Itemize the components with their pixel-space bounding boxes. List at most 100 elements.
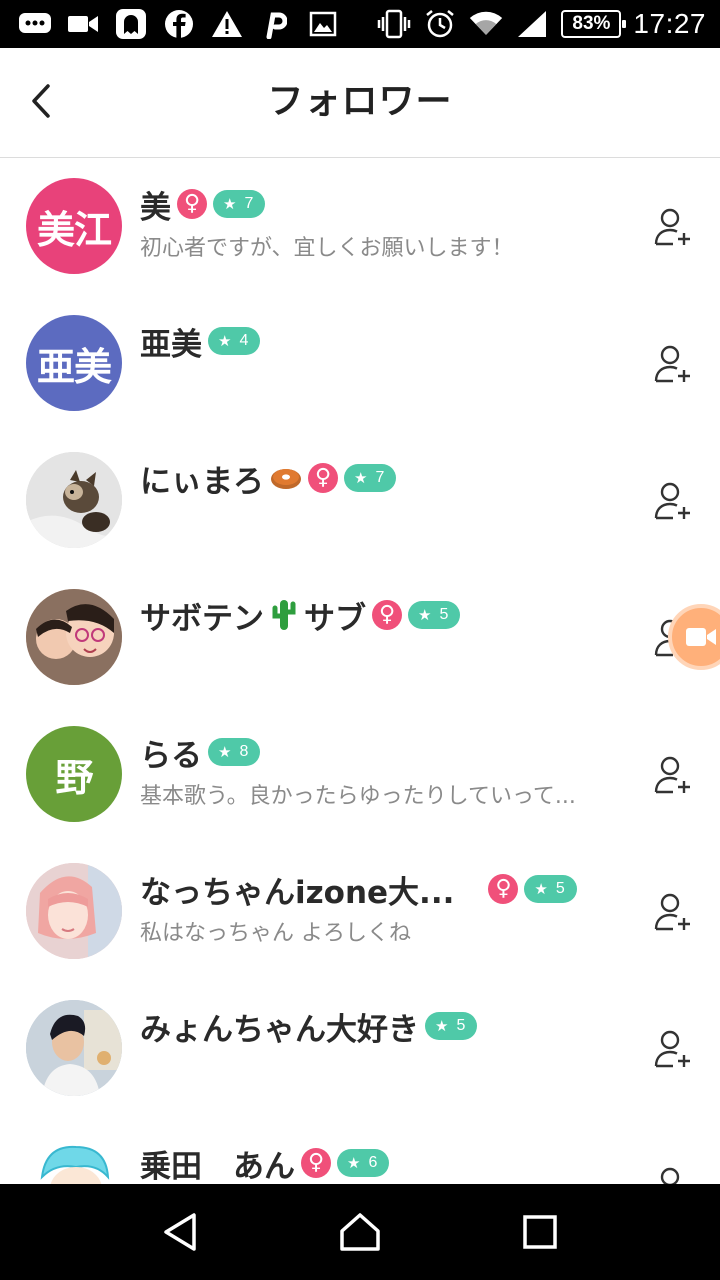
app-header: フォロワー <box>0 48 720 158</box>
level-value: 6 <box>368 1154 378 1171</box>
female-badge: ♀ <box>177 189 207 219</box>
avatar-photo[interactable] <box>26 452 122 548</box>
add-person-icon <box>654 345 690 383</box>
level-badge: ★ 8 <box>208 738 261 766</box>
add-person-icon <box>654 1030 690 1068</box>
nav-back-button[interactable] <box>150 1202 210 1262</box>
avatar[interactable]: 亜美 <box>26 315 122 411</box>
chevron-left-icon <box>32 84 50 118</box>
clock: 17:27 <box>633 8 706 39</box>
follower-bio: 初心者ですが、宜しくお願いします！ <box>140 236 514 261</box>
avatar-photo[interactable] <box>26 1137 122 1184</box>
level-badge: ★ 5 <box>524 875 577 903</box>
follower-name: 亜美 <box>140 326 202 363</box>
alarm-icon <box>423 7 457 41</box>
drawing-photo <box>26 1137 122 1184</box>
follower-row[interactable]: 乗田 あん ♀ ★ 6 <box>0 1117 720 1184</box>
back-triangle-icon <box>164 1213 196 1251</box>
follower-row[interactable]: なっちゃんizone大... ♀ ★ 5 私はなっちゃん よろしくね <box>0 843 720 980</box>
star-icon: ★ <box>218 333 232 350</box>
status-icons-left <box>18 6 340 42</box>
add-person-icon <box>660 1167 680 1184</box>
follow-button[interactable] <box>652 891 694 933</box>
female-badge: ♀ <box>488 874 519 904</box>
star-icon: ★ <box>223 196 237 213</box>
follower-name: にぃまろ <box>140 463 264 500</box>
chat-bubble-icon <box>18 7 52 41</box>
back-button[interactable] <box>16 76 66 126</box>
follower-name: みょんちゃん大好き <box>140 1011 419 1048</box>
video-icon <box>66 7 100 41</box>
add-person-icon <box>654 208 690 246</box>
signal-icon <box>515 7 549 41</box>
battery-percent: 83% <box>572 13 611 34</box>
avatar-photo[interactable] <box>26 589 122 685</box>
follow-button[interactable] <box>652 754 694 796</box>
wifi-icon <box>469 7 503 41</box>
status-icons-right: 83% 17:27 <box>377 6 706 42</box>
follow-button[interactable] <box>652 480 694 522</box>
follow-button[interactable] <box>652 206 694 248</box>
level-value: 7 <box>244 195 254 212</box>
system-nav-bar <box>0 1184 720 1280</box>
level-value: 7 <box>375 469 385 486</box>
follow-button[interactable] <box>652 1028 694 1070</box>
portrait-photo <box>26 863 122 959</box>
star-icon: ★ <box>354 470 368 487</box>
level-value: 5 <box>439 606 449 623</box>
selfie-photo <box>26 589 122 685</box>
portrait-photo <box>26 1000 122 1096</box>
ghost-app-icon <box>114 7 148 41</box>
vibrate-icon <box>377 7 411 41</box>
follower-row[interactable]: にぃまろ ♀ ★ 7 <box>0 432 720 569</box>
home-icon <box>340 1213 380 1251</box>
level-badge: ★ 6 <box>337 1149 390 1177</box>
follower-bio: 私はなっちゃん よろしくね <box>140 921 411 946</box>
follower-row[interactable]: 美江 美 ♀ ★ 7 初心者ですが、宜しくお願いします！ <box>0 158 720 295</box>
avatar[interactable]: 美江 <box>26 178 122 274</box>
level-value: 4 <box>239 332 249 349</box>
donut-emoji <box>270 465 302 491</box>
follower-bio: 基本歌う。良かったらゆったりしていって... <box>140 784 576 809</box>
avatar-photo[interactable] <box>26 1000 122 1096</box>
nav-recents-button[interactable] <box>510 1202 570 1262</box>
recents-square-icon <box>523 1215 557 1249</box>
avatar-initials: 美江 <box>36 207 112 252</box>
star-icon: ★ <box>347 1155 361 1172</box>
nav-home-button[interactable] <box>330 1202 390 1262</box>
star-icon: ★ <box>418 607 432 624</box>
image-icon <box>306 7 340 41</box>
follower-row[interactable]: 亜美 亜美 ★ 4 <box>0 295 720 432</box>
follower-name: サボテン <box>140 600 264 637</box>
follower-name: らる <box>140 737 202 774</box>
follower-name: 美 <box>140 189 171 226</box>
level-badge: ★ 7 <box>344 464 397 492</box>
follower-row[interactable]: みょんちゃん大好き ★ 5 <box>0 980 720 1117</box>
star-icon: ★ <box>435 1018 449 1035</box>
cactus-emoji <box>270 598 298 632</box>
avatar-photo[interactable] <box>26 863 122 959</box>
female-badge: ♀ <box>372 600 402 630</box>
follower-row[interactable]: サボテン サブ ♀ ★ 5 <box>0 569 720 706</box>
follow-button[interactable] <box>652 1165 694 1184</box>
level-badge: ★ 5 <box>408 601 461 629</box>
star-icon: ★ <box>534 881 548 898</box>
follow-button[interactable] <box>652 343 694 385</box>
follower-name-suffix: サブ <box>304 600 366 637</box>
add-person-icon <box>654 756 690 794</box>
level-badge: ★ 5 <box>425 1012 478 1040</box>
level-value: 5 <box>555 880 565 897</box>
star-icon: ★ <box>218 744 232 761</box>
battery-icon: 83% <box>561 10 627 38</box>
follower-name: なっちゃんizone大... <box>140 874 455 911</box>
follower-name: 乗田 あん <box>140 1148 295 1185</box>
add-person-icon <box>654 482 690 520</box>
warning-icon <box>210 7 244 41</box>
follower-row[interactable]: 野 らる ★ 8 基本歌う。良かったらゆったりしていって... <box>0 706 720 843</box>
female-badge: ♀ <box>301 1148 331 1178</box>
female-badge: ♀ <box>308 463 338 493</box>
level-badge: ★ 4 <box>208 327 261 355</box>
avatar[interactable]: 野 <box>26 726 122 822</box>
level-value: 5 <box>456 1017 466 1034</box>
level-badge: ★ 7 <box>213 190 266 218</box>
